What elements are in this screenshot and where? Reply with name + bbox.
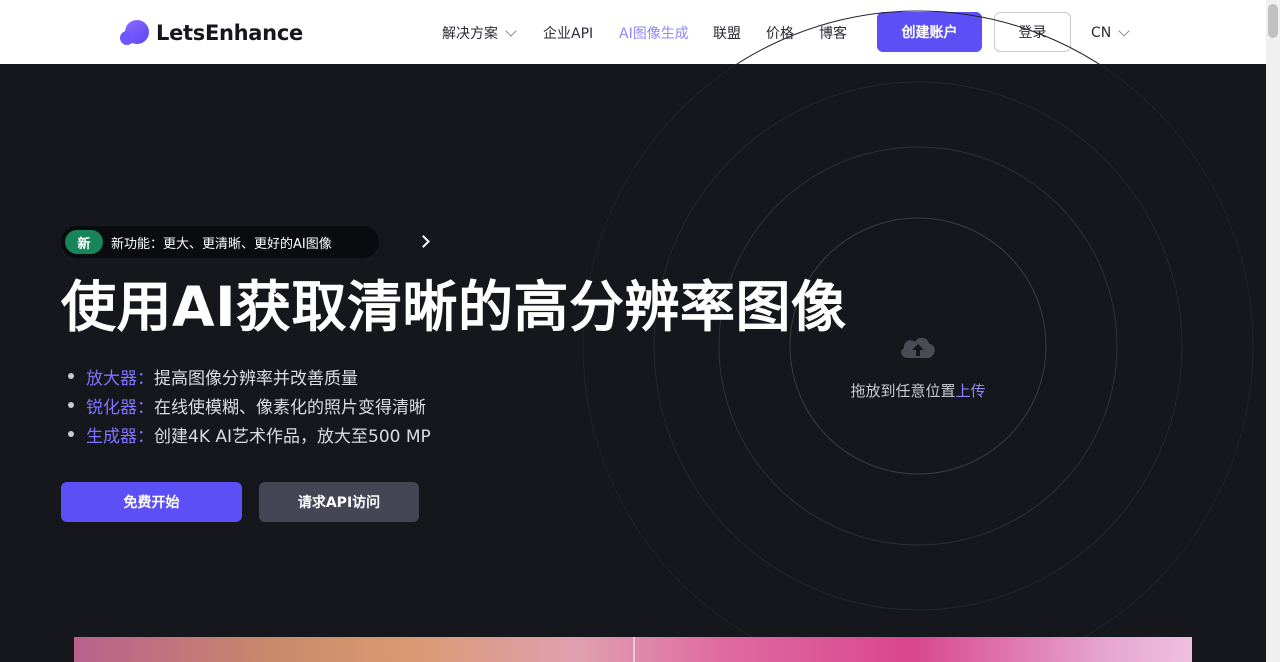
brand-logo[interactable]: LetsEnhance [120,18,303,48]
feature-list: 放大器：提高图像分辨率并改善质量 锐化器：在线使模糊、像素化的照片变得清晰 生成… [68,364,431,451]
login-button[interactable]: 登录 [994,12,1071,52]
bullet-icon [68,373,74,379]
nav-ai-image-generation-label: AI图像生成 [619,26,689,42]
bullet-icon [68,431,74,437]
hero-headline: 使用AI获取清晰的高分辨率图像 [61,275,847,339]
nav-pricing-label: 价格 [766,26,794,42]
language-selector[interactable]: CN [1091,25,1130,41]
upload-dropzone[interactable]: 拖放到任意位置上传 [820,320,1016,420]
nav-pricing[interactable]: 价格 [766,23,794,43]
nav-affiliate[interactable]: 联盟 [713,23,741,43]
cloud-upload-icon [901,337,935,358]
new-feature-badge[interactable]: 新 新功能：更大、更清晰、更好的AI图像 [61,226,430,258]
bullet-icon [68,402,74,408]
feature-item-generator: 生成器：创建4K AI艺术作品，放大至500 MP [68,422,431,451]
start-free-button[interactable]: 免费开始 [61,482,242,522]
nav-affiliate-label: 联盟 [713,26,741,42]
chevron-down-icon [505,25,517,37]
comparison-divider[interactable] [633,637,635,662]
nav-enterprise-api-label: 企业API [543,26,594,42]
feature-item-sharpener: 锐化器：在线使模糊、像素化的照片变得清晰 [68,393,431,422]
nav-solutions-label: 解决方案 [442,26,498,42]
chevron-down-icon [1118,25,1130,37]
feature-text: 提高图像分辨率并改善质量 [154,369,358,389]
scrollbar-track[interactable] [1266,0,1280,662]
before-after-preview[interactable] [74,637,1192,662]
language-label: CN [1091,25,1112,41]
nav-ai-image-generation[interactable]: AI图像生成 [619,23,689,43]
chevron-right-icon [417,235,430,248]
new-pill: 新 [65,230,103,254]
top-navbar: LetsEnhance 解决方案 企业API AI图像生成 联盟 价格 博客 创… [0,0,1266,64]
feature-item-upscaler: 放大器：提高图像分辨率并改善质量 [68,364,431,393]
nav-solutions[interactable]: 解决方案 [442,23,517,43]
upload-prompt: 拖放到任意位置上传 [820,380,1016,401]
new-feature-text: 新功能：更大、更清晰、更好的AI图像 [111,236,332,252]
nav-blog[interactable]: 博客 [819,23,847,43]
feature-key: 生成器： [86,427,154,447]
nav-blog-label: 博客 [819,26,847,42]
upload-prompt-text: 拖放到任意位置 [850,382,956,400]
feature-key: 放大器： [86,369,154,389]
request-api-access-button[interactable]: 请求API访问 [259,482,419,522]
feature-text: 在线使模糊、像素化的照片变得清晰 [154,398,426,418]
create-account-button[interactable]: 创建账户 [877,12,982,52]
upload-link[interactable]: 上传 [956,382,986,400]
scrollbar-thumb[interactable] [1268,4,1278,38]
logo-icon [120,18,150,48]
nav-enterprise-api[interactable]: 企业API [543,23,593,43]
feature-key: 锐化器： [86,398,154,418]
feature-text: 创建4K AI艺术作品，放大至500 MP [154,427,431,447]
brand-name: LetsEnhance [156,21,303,45]
